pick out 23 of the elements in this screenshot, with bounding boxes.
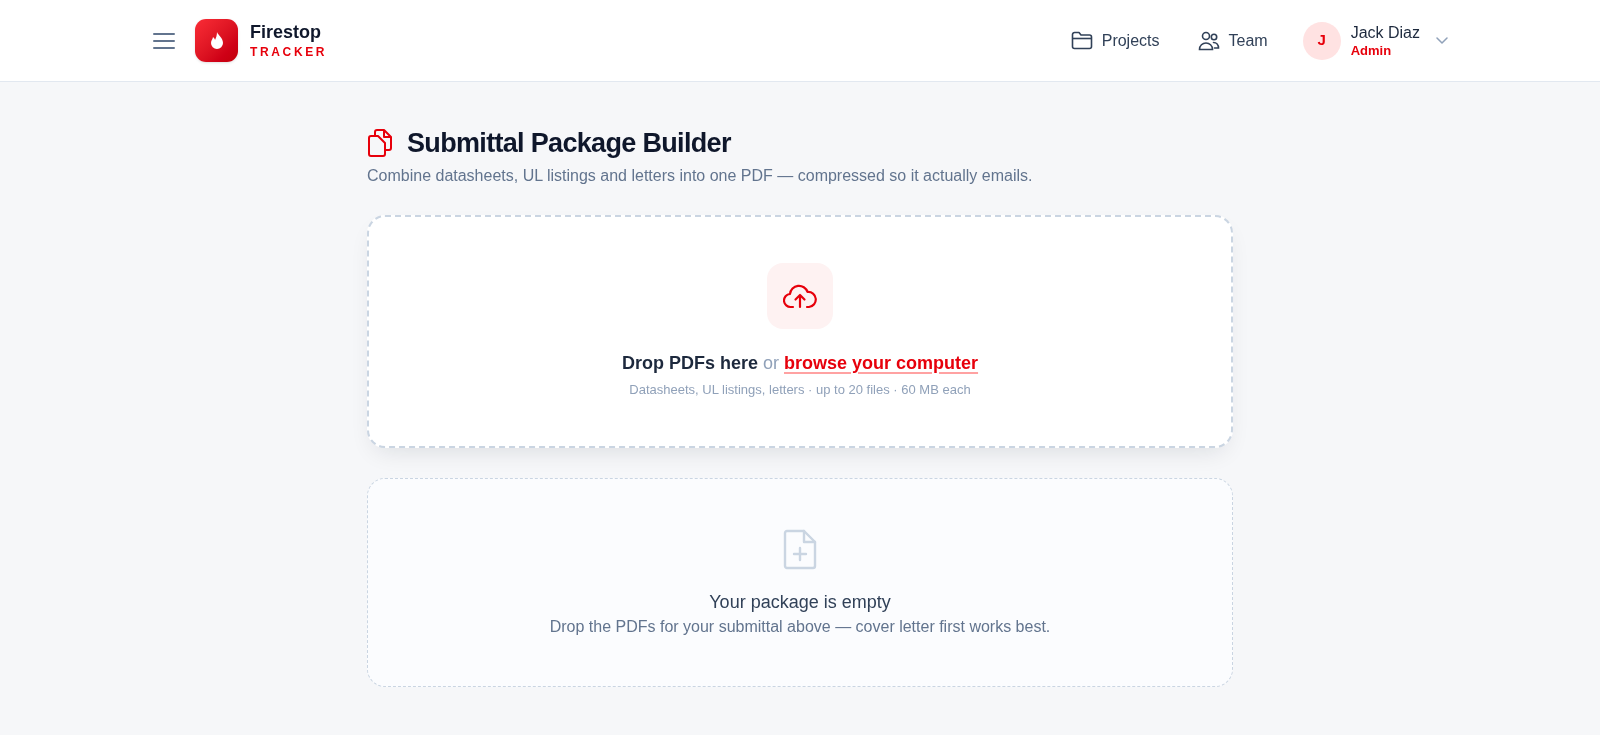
chevron-down-icon[interactable] xyxy=(1436,37,1448,44)
upload-limits-hint: Datasheets, UL listings, letters · up to 20 files · 60 MB each xyxy=(629,381,971,399)
brand-name: Firestop xyxy=(250,21,322,43)
nav-link[interactable]: Projects xyxy=(1070,30,1160,51)
empty-state-title: Your package is empty xyxy=(709,591,891,614)
user-avatar[interactable]: J xyxy=(1302,21,1341,60)
flame-logo-icon xyxy=(195,19,238,62)
page-title: Submittal Package Builder xyxy=(407,127,731,160)
brand-tagline: TRACKER xyxy=(250,44,328,60)
user-role: Admin xyxy=(1350,42,1393,59)
folder-icon xyxy=(1070,31,1093,50)
drop-prompt: Drop PDFs here or browse your computer xyxy=(621,352,979,375)
pdf-drop-zone[interactable]: Drop PDFs here or browse your computer Datasheets, UL listings, letters · up to 20 files · 60 MB each xyxy=(367,215,1233,448)
file-plus-icon xyxy=(783,529,817,570)
user-name: Jack Diaz xyxy=(1350,22,1420,43)
cloud-upload-icon xyxy=(767,263,833,329)
documents-icon xyxy=(367,129,393,157)
browse-link[interactable]: browse your computer xyxy=(784,353,979,373)
menu-icon[interactable] xyxy=(152,31,176,50)
page-subtitle: Combine datasheets, UL listings and letters into one PDF — compressed so it actually emails. xyxy=(367,166,1034,186)
empty-state-message: Drop the PDFs for your submittal above — cover letter first works best. xyxy=(549,617,1051,637)
users-icon xyxy=(1197,30,1220,51)
nav-link[interactable]: Team xyxy=(1197,30,1268,51)
